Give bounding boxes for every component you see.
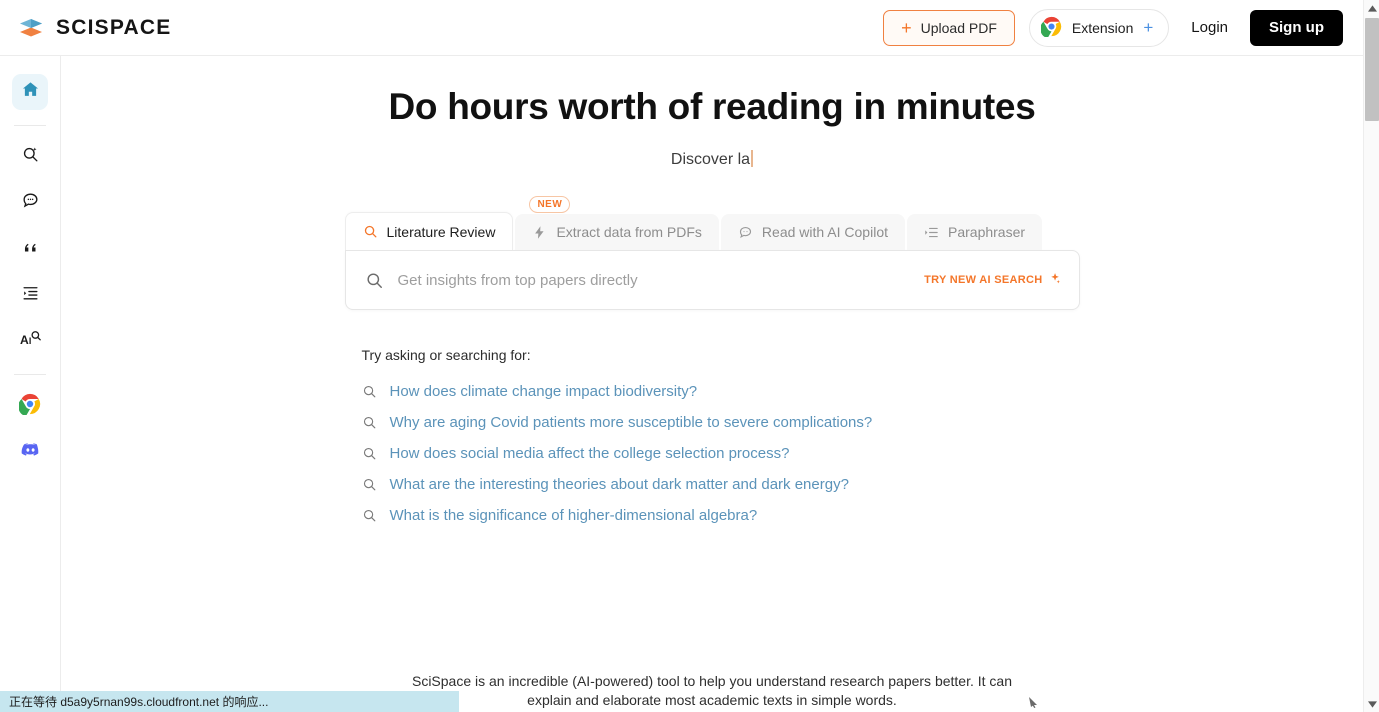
sidebar-item-discord[interactable] [12, 434, 48, 470]
search-icon [362, 477, 377, 492]
page-subtitle-text: Discover la [670, 151, 751, 168]
tab-read-copilot[interactable]: Read with AI Copilot [720, 214, 905, 250]
search-sparkle-icon [21, 145, 40, 169]
sidebar-item-chat[interactable] [12, 185, 48, 221]
search-card: Literature Review NEW Extract data from … [344, 196, 1080, 310]
vertical-scrollbar[interactable] [1363, 0, 1379, 712]
footer-blurb-line1: SciSpace is an incredible (AI-powered) t… [411, 673, 1012, 689]
suggestion-label: What is the significance of higher-dimen… [389, 507, 758, 524]
suggestion-item[interactable]: What is the significance of higher-dimen… [362, 500, 1080, 531]
scrollbar-thumb[interactable] [1365, 18, 1379, 121]
sidebar-item-home[interactable] [12, 74, 48, 110]
page-subtitle: Discover la [61, 150, 1363, 169]
sidebar-divider [14, 125, 46, 126]
try-ai-label: TRY NEW AI SEARCH [924, 274, 1043, 286]
tab-label: Extract data from PDFs [556, 224, 702, 240]
main-content: Do hours worth of reading in minutes Dis… [61, 56, 1363, 712]
chrome-icon [1040, 16, 1062, 40]
search-icon [363, 224, 378, 239]
chevron-down-icon[interactable] [1364, 696, 1379, 712]
sidebar-item-ai-search[interactable] [12, 139, 48, 175]
svg-text:A: A [20, 332, 29, 346]
site-header: SCISPACE + Upload PDF Extension + Login … [0, 0, 1363, 56]
search-icon [362, 446, 377, 461]
ai-magnifier-icon: A I [20, 329, 41, 354]
suggestion-label: How does social media affect the college… [389, 445, 790, 462]
extension-button[interactable]: Extension + [1028, 8, 1170, 47]
sidebar-item-outline[interactable] [12, 277, 48, 313]
suggestions-panel: Try asking or searching for: How does cl… [345, 347, 1080, 531]
new-badge: NEW [529, 196, 571, 213]
lightning-icon [532, 225, 547, 240]
search-icon [362, 384, 377, 399]
mouse-cursor-icon [1028, 694, 1040, 708]
plus-icon: + [901, 17, 912, 38]
sparkle-icon [1048, 272, 1061, 288]
brand-logo-link[interactable]: SCISPACE [18, 15, 171, 41]
home-icon [21, 80, 40, 104]
search-tabs: Literature Review NEW Extract data from … [344, 196, 1080, 250]
suggestion-item[interactable]: What are the interesting theories about … [362, 469, 1080, 500]
browser-page: SCISPACE + Upload PDF Extension + Login … [0, 0, 1379, 712]
sidebar-item-citations[interactable] [12, 231, 48, 267]
plus-icon: + [1143, 18, 1154, 37]
signup-button[interactable]: Sign up [1250, 9, 1343, 46]
chrome-icon [18, 393, 41, 420]
tab-label: Literature Review [386, 223, 496, 240]
svg-text:I: I [28, 335, 30, 345]
chevron-up-icon[interactable] [1364, 0, 1379, 16]
suggestions-title: Try asking or searching for: [361, 347, 531, 363]
tab-extract-data[interactable]: NEW Extract data from PDFs [515, 196, 719, 250]
try-new-ai-search-button[interactable]: TRY NEW AI SEARCH [924, 272, 1060, 288]
suggestion-label: Why are aging Covid patients more suscep… [389, 414, 873, 431]
sidebar-divider [14, 374, 46, 375]
sidebar-item-ai-detector[interactable]: A I [12, 323, 48, 359]
left-sidebar: A I [0, 56, 61, 712]
list-indent-icon [924, 225, 939, 240]
upload-pdf-button[interactable]: + Upload PDF [883, 9, 1015, 46]
page-title: Do hours worth of reading in minutes [388, 86, 1036, 127]
discord-icon [20, 439, 41, 465]
extension-label: Extension [1071, 19, 1134, 36]
chat-bubble-icon [21, 191, 40, 215]
suggestion-item[interactable]: How does social media affect the college… [362, 438, 1080, 469]
search-bar[interactable]: TRY NEW AI SEARCH [344, 250, 1080, 310]
suggestion-item[interactable]: How does climate change impact biodivers… [362, 376, 1080, 407]
login-button[interactable]: Login [1183, 19, 1236, 36]
list-indent-icon [21, 283, 40, 307]
tab-paraphraser[interactable]: Paraphraser [907, 214, 1043, 250]
typing-caret [751, 150, 754, 167]
search-icon [362, 508, 377, 523]
suggestion-label: How does climate change impact biodivers… [389, 383, 698, 400]
search-input[interactable] [397, 271, 925, 289]
header-actions: + Upload PDF Extension + Login Sign up [883, 8, 1343, 47]
suggestion-label: What are the interesting theories about … [389, 476, 849, 493]
tab-label: Read with AI Copilot [761, 224, 888, 240]
stacked-layers-icon [18, 15, 44, 41]
brand-name: SCISPACE [56, 15, 172, 39]
browser-status-bar: 正在等待 d5a9y5rnan99s.cloudfront.net 的响应... [0, 691, 459, 712]
sidebar-item-chrome-extension[interactable] [12, 388, 48, 424]
suggestion-item[interactable]: Why are aging Covid patients more suscep… [362, 407, 1080, 438]
search-icon [362, 415, 377, 430]
tab-literature-review[interactable]: Literature Review [344, 212, 514, 250]
chat-bubble-icon [738, 225, 753, 240]
search-icon [365, 271, 384, 290]
quote-icon [21, 237, 40, 261]
upload-pdf-label: Upload PDF [920, 19, 997, 36]
tab-label: Paraphraser [948, 224, 1026, 240]
